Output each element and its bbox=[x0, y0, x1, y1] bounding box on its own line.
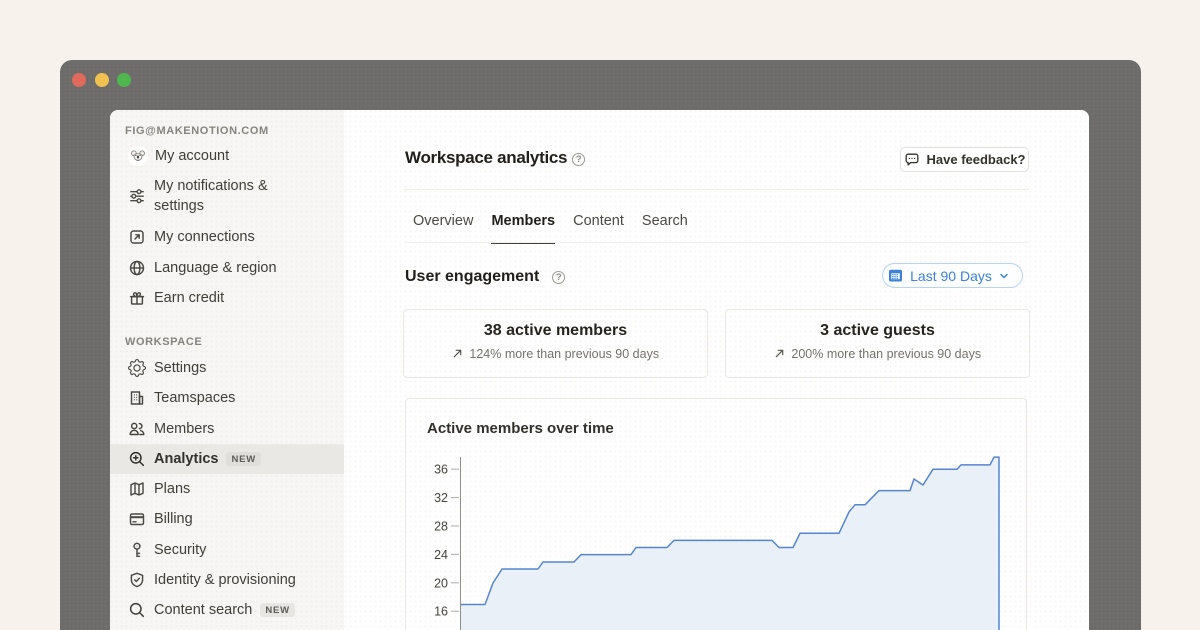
svg-text:28: 28 bbox=[434, 520, 448, 534]
svg-text:16: 16 bbox=[434, 605, 448, 619]
svg-text:36: 36 bbox=[434, 463, 448, 477]
svg-text:24: 24 bbox=[434, 548, 448, 562]
svg-text:20: 20 bbox=[434, 576, 448, 590]
svg-text:32: 32 bbox=[434, 491, 448, 505]
